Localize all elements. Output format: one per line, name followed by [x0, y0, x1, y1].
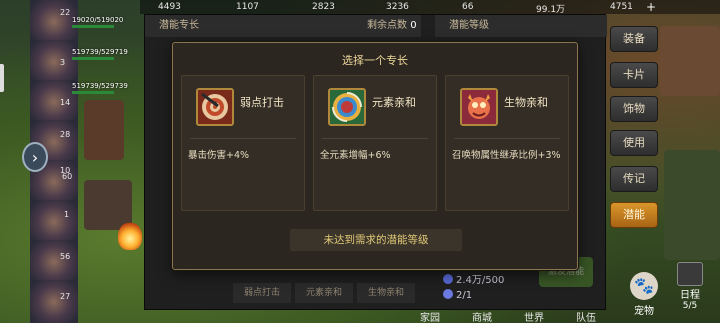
remaining-points: 剩余点数 0: [367, 15, 417, 37]
schedule-label: 日程: [680, 290, 700, 301]
hp-readout: 519739/529719: [72, 48, 128, 56]
hero-level: 3: [60, 58, 66, 67]
card-divider: [454, 138, 560, 139]
remaining-label: 剩余点数: [367, 20, 407, 31]
specialty-description: 全元素增幅+6%: [320, 150, 391, 161]
stat-row: 2.4万/500: [443, 271, 504, 286]
stat-value: 2.4万/500: [456, 275, 505, 286]
nav-shop[interactable]: 商城: [462, 309, 502, 323]
hp-bar: [72, 91, 114, 94]
add-currency-button[interactable]: +: [644, 0, 658, 14]
target-icon: [196, 88, 234, 126]
schedule-button[interactable]: 日程 5/5: [672, 262, 708, 322]
hero-level: 22: [60, 8, 71, 17]
currency-bar: 4493 1107 2823 3236 66 99.1万 4751: [140, 0, 720, 15]
menu-potential[interactable]: 潜能: [610, 202, 658, 228]
specialty-card-element[interactable]: 元素亲和 全元素增幅+6%: [313, 75, 437, 211]
panel-title-level: 潜能等级: [449, 20, 489, 31]
scene-building: [84, 100, 124, 160]
hero-level: 1: [64, 210, 70, 219]
specialty-card-weakpoint[interactable]: 弱点打击 暴击伤害+4%: [181, 75, 305, 211]
hero-level: 60: [62, 172, 73, 181]
hero-level: 56: [60, 252, 71, 261]
specialty-name: 生物亲和: [504, 96, 548, 109]
panel-header-level: 潜能等级: [435, 15, 607, 37]
pet-label: 宠物: [634, 306, 654, 317]
specialty-tab[interactable]: 弱点打击: [233, 283, 291, 303]
menu-biography[interactable]: 传记: [610, 166, 658, 192]
specialty-description: 暴击伤害+4%: [188, 150, 250, 161]
nav-team[interactable]: 队伍: [566, 309, 606, 323]
hp-bar: [72, 25, 114, 28]
star-icon: [443, 289, 453, 299]
stat-row: 2/1: [443, 289, 472, 301]
specialty-tab[interactable]: 元素亲和: [295, 283, 353, 303]
menu-cards[interactable]: 卡片: [610, 62, 658, 88]
remaining-value: 0: [410, 20, 417, 31]
menu-use[interactable]: 使用: [610, 130, 658, 156]
chevron-right-icon: ›: [31, 147, 39, 167]
specialty-description: 召唤物属性继承比例+3%: [452, 150, 561, 161]
requirement-notice: 未达到需求的潜能等级: [290, 229, 462, 251]
scene-building: [660, 26, 720, 96]
vortex-icon: [328, 88, 366, 126]
orb-icon: [443, 274, 453, 284]
currency-value: 2823: [312, 2, 335, 12]
campfire: [118, 222, 142, 250]
currency-value: 66: [462, 2, 474, 12]
currency-value: 4493: [158, 2, 181, 12]
calendar-icon: [677, 262, 703, 286]
specialty-tab[interactable]: 生物亲和: [357, 283, 415, 303]
hero-level: 28: [60, 130, 71, 139]
currency-value: 1107: [236, 2, 259, 12]
hero-portrait[interactable]: [30, 280, 78, 323]
card-divider: [322, 138, 428, 139]
select-specialty-dialog: 选择一个专长 弱点打击 暴击伤害+4% 元素亲和 全元素增幅+6% 生物亲和 召…: [172, 42, 578, 270]
panel-header-specialty: 潜能专长 剩余点数 0: [145, 15, 421, 37]
menu-equipment[interactable]: 装备: [610, 26, 658, 52]
panel-title: 潜能专长: [159, 20, 199, 31]
scene-tree: [664, 150, 720, 260]
specialty-card-creature[interactable]: 生物亲和 召唤物属性继承比例+3%: [445, 75, 569, 211]
schedule-count: 5/5: [682, 301, 698, 311]
currency-value: 3236: [386, 2, 409, 12]
expand-arrow-button[interactable]: ›: [22, 142, 48, 172]
edge-handle[interactable]: [0, 64, 4, 92]
menu-accessories[interactable]: 饰物: [610, 96, 658, 122]
creature-icon: [460, 88, 498, 126]
hp-readout: 19020/519020: [72, 16, 124, 24]
hp-readout: 519739/529739: [72, 82, 128, 90]
currency-value: 4751: [610, 2, 633, 12]
hp-bar: [72, 57, 114, 60]
nav-home[interactable]: 家园: [410, 309, 450, 323]
hero-level: 14: [60, 98, 71, 107]
card-divider: [190, 138, 296, 139]
specialty-name: 弱点打击: [240, 96, 284, 109]
nav-world[interactable]: 世界: [514, 309, 554, 323]
hero-level: 27: [60, 292, 71, 301]
specialty-name: 元素亲和: [372, 96, 416, 109]
paw-icon: 🐾: [630, 272, 658, 300]
dialog-title: 选择一个专长: [342, 54, 408, 67]
pet-button[interactable]: 🐾 宠物: [624, 272, 664, 322]
stat-value: 2/1: [456, 290, 473, 301]
